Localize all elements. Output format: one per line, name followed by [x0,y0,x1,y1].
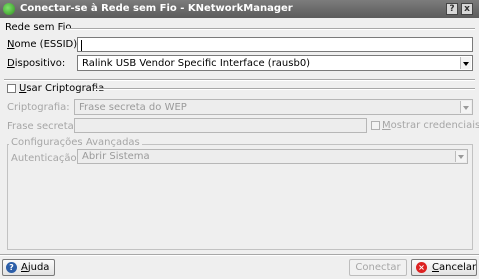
show-credentials-text: ostrar credenciais [390,120,479,131]
encryption-divider [94,88,475,90]
authentication-select[interactable]: Abrir Sistema [77,149,468,164]
cancel-icon: × [416,262,427,273]
device-label-text: ispositivo: [14,58,66,69]
chevron-down-icon[interactable] [460,57,471,69]
help-mnemonic: A [21,262,28,273]
show-credentials-mnemonic: M [382,120,391,131]
help-icon[interactable]: ? [446,3,458,15]
section-divider [4,79,475,81]
cancel-mnemonic: C [432,262,439,273]
wireless-group-title: Rede sem Fio [5,22,72,33]
authentication-label: Autenticação: [11,153,81,164]
device-label: Dispositivo: [7,58,65,69]
device-label-mnemonic: D [7,58,15,69]
essid-label: Nome (ESSID): [7,39,81,50]
text-cursor [81,40,82,51]
chevron-down-icon[interactable] [460,101,471,113]
help-button-text: juda [27,262,50,273]
cancel-button-text: ancelar [438,262,477,273]
cancel-button[interactable]: × Cancelar [411,259,477,276]
chevron-down-icon[interactable] [455,151,466,162]
authentication-value: Abrir Sistema [82,151,150,162]
encryption-type-value: Frase secreta do WEP [79,102,187,113]
window-titlebar[interactable]: Conectar-se à Rede sem Fio - KNetworkMan… [0,0,479,18]
window-title: Conectar-se à Rede sem Fio - KNetworkMan… [20,3,293,14]
essid-input[interactable] [77,37,473,52]
advanced-settings-title: Configurações Avançadas [9,137,142,148]
cancel-button-label: Cancelar [432,262,476,273]
encryption-type-label: Criptografia: [7,102,70,113]
use-encryption-label[interactable]: Usar Criptografia [19,83,104,94]
footer-divider [0,254,479,256]
help-icon: ? [6,262,17,273]
close-icon[interactable]: x [461,3,473,15]
use-encryption-text: sar Criptografia [26,83,105,94]
passphrase-label: Frase secreta: [7,121,78,132]
show-credentials-checkbox[interactable] [371,121,380,130]
help-button[interactable]: ? Ajuda [2,259,55,276]
help-button-label: Ajuda [21,262,49,273]
wireless-group-divider [66,28,475,30]
use-encryption-checkbox[interactable] [7,84,16,93]
connect-button[interactable]: Conectar [349,259,407,276]
passphrase-input[interactable] [74,118,367,133]
show-credentials-label[interactable]: Mostrar credenciais [382,120,479,131]
device-value: Ralink USB Vendor Specific Interface (ra… [82,58,311,69]
device-select[interactable]: Ralink USB Vendor Specific Interface (ra… [77,55,473,71]
knetworkmanager-app-icon [3,3,15,15]
encryption-type-select[interactable]: Frase secreta do WEP [74,99,473,115]
connect-button-label: Conectar [355,262,401,273]
essid-label-text: ome (ESSID): [14,39,81,50]
